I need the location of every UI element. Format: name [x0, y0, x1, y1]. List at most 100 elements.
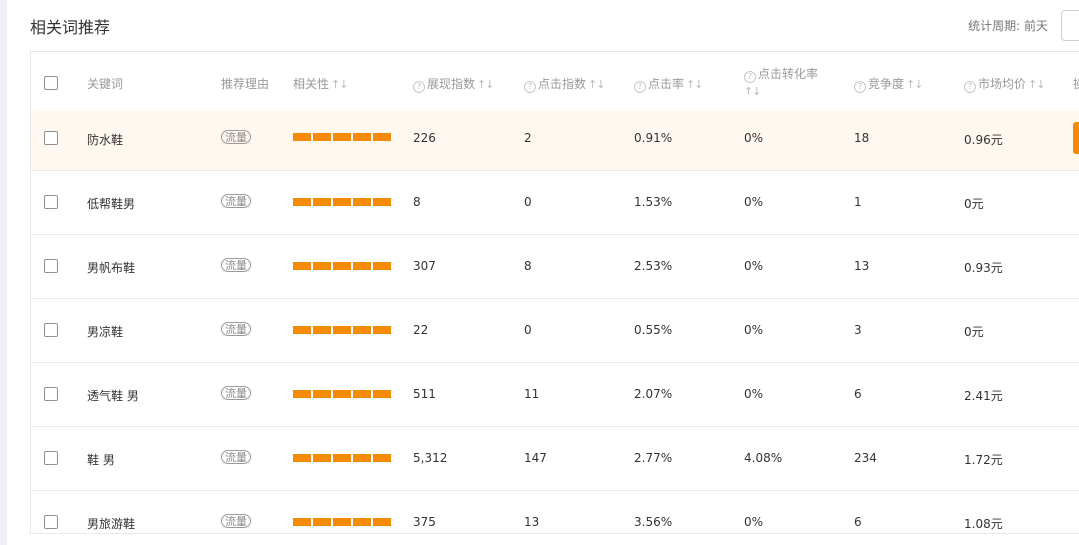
row-checkbox[interactable]	[44, 259, 58, 273]
col-price-label: 市场均价	[978, 77, 1027, 91]
row-checkbox[interactable]	[44, 451, 58, 465]
help-icon[interactable]: ?	[744, 71, 756, 83]
price-cell: 1.08元	[964, 517, 1003, 531]
competition-cell: 18	[854, 131, 870, 145]
stat-period-value: 前天	[1023, 19, 1048, 33]
table-row[interactable]: 男帆布鞋 流量 307 8 2.53% 0% 13 0.93元	[31, 234, 1079, 298]
col-price[interactable]: ? 市场均价 ↑↓	[964, 75, 1045, 93]
panel-title: 相关词推荐	[30, 18, 111, 37]
relevance-bar	[293, 198, 391, 206]
col-competition[interactable]: ? 竞争度 ↑↓	[854, 75, 923, 93]
row-checkbox[interactable]	[44, 515, 58, 529]
table-row[interactable]: 男凉鞋 流量 22 0 0.55% 0% 3 0元	[31, 298, 1079, 362]
help-icon[interactable]: ?	[634, 81, 646, 93]
impressions-cell: 375	[413, 515, 436, 529]
row-checkbox[interactable]	[44, 195, 58, 209]
relevance-bar	[293, 326, 391, 334]
table-row[interactable]: 防水鞋 流量 226 2 0.91% 0% 18 0.96元	[31, 110, 1079, 170]
price-cell: 0.96元	[964, 133, 1003, 147]
relevance-bar	[293, 262, 391, 270]
reason-tag: 流量	[221, 514, 251, 528]
impressions-cell: 226	[413, 131, 436, 145]
clicks-cell: 0	[524, 195, 532, 209]
keyword-table: 关键词 推荐理由 相关性 ↑↓ ? 展现指数 ↑↓ ? 点击指数 ↑↓ ? 点击率 ↑↓ ? 点…	[30, 51, 1079, 534]
keyword-cell: 低帮鞋男	[87, 197, 136, 211]
col-conversion-label: 点击转化率	[758, 67, 819, 81]
reason-tag: 流量	[221, 450, 251, 464]
col-relevance-label: 相关性	[293, 77, 330, 91]
col-clicks-label: 点击指数	[538, 77, 587, 91]
stat-period: 统计周期: 前天	[968, 17, 1048, 34]
conversion-cell: 0%	[744, 387, 764, 401]
sort-icon[interactable]: ↑↓	[1028, 78, 1045, 91]
ctr-cell: 2.07%	[634, 387, 673, 401]
help-icon[interactable]: ?	[964, 81, 976, 93]
col-clicks[interactable]: ? 点击指数 ↑↓	[524, 75, 605, 93]
col-relevance[interactable]: 相关性 ↑↓	[293, 75, 348, 92]
conversion-cell: 0%	[744, 195, 764, 209]
reason-tag: 流量	[221, 258, 251, 272]
reason-tag: 流量	[221, 130, 251, 144]
help-icon[interactable]: ?	[524, 81, 536, 93]
price-cell: 0元	[964, 197, 984, 211]
ctr-cell: 3.56%	[634, 515, 673, 529]
impressions-cell: 307	[413, 259, 436, 273]
table-row[interactable]: 透气鞋 男 流量 511 11 2.07% 0% 6 2.41元	[31, 362, 1079, 426]
sort-icon[interactable]: ↑↓	[477, 78, 494, 91]
price-cell: 0.93元	[964, 261, 1003, 275]
sort-icon[interactable]: ↑↓	[686, 78, 703, 91]
select-all-checkbox[interactable]	[44, 76, 58, 90]
sort-icon[interactable]: ↑↓	[331, 78, 348, 91]
col-ctr-label: 点击率	[648, 77, 685, 91]
left-background-strip	[0, 0, 7, 545]
col-impressions-label: 展现指数	[427, 77, 476, 91]
sort-icon[interactable]: ↑↓	[906, 78, 923, 91]
col-competition-label: 竞争度	[868, 77, 905, 91]
clicks-cell: 13	[524, 515, 540, 529]
sort-icon[interactable]: ↑↓	[588, 78, 605, 91]
competition-cell: 6	[854, 387, 862, 401]
reason-tag: 流量	[221, 194, 251, 208]
row-checkbox[interactable]	[44, 323, 58, 337]
col-conversion[interactable]: ? 点击转化率 ↑↓	[744, 66, 818, 100]
keyword-cell: 鞋 男	[87, 453, 115, 467]
competition-cell: 6	[854, 515, 862, 529]
conversion-cell: 0%	[744, 515, 764, 529]
clicks-cell: 8	[524, 259, 532, 273]
conversion-cell: 0%	[744, 131, 764, 145]
ctr-cell: 1.53%	[634, 195, 673, 209]
col-impressions[interactable]: ? 展现指数 ↑↓	[413, 75, 494, 93]
clicks-cell: 0	[524, 323, 532, 337]
ctr-cell: 0.91%	[634, 131, 673, 145]
table-row[interactable]: 鞋 男 流量 5,312 147 2.77% 4.08% 234 1.72元	[31, 426, 1079, 490]
keyword-cell: 防水鞋	[87, 133, 124, 147]
impressions-cell: 5,312	[413, 451, 448, 465]
conversion-cell: 0%	[744, 323, 764, 337]
table-row[interactable]: 低帮鞋男 流量 8 0 1.53% 0% 1 0元	[31, 170, 1079, 234]
help-icon[interactable]: ?	[854, 81, 866, 93]
sort-icon[interactable]: ↑↓	[744, 85, 761, 98]
period-select-button[interactable]	[1061, 10, 1079, 41]
table-header: 关键词 推荐理由 相关性 ↑↓ ? 展现指数 ↑↓ ? 点击指数 ↑↓ ? 点击率 ↑↓ ? 点…	[31, 52, 1079, 114]
keyword-cell: 透气鞋 男	[87, 389, 139, 403]
relevance-bar	[293, 133, 391, 141]
row-checkbox[interactable]	[44, 387, 58, 401]
col-keyword: 关键词	[87, 77, 124, 91]
col-action: 操	[1073, 75, 1079, 92]
relevance-bar	[293, 518, 391, 526]
table-row[interactable]: 男旅游鞋 流量 375 13 3.56% 0% 6 1.08元	[31, 490, 1079, 533]
row-checkbox[interactable]	[44, 131, 58, 145]
ctr-cell: 0.55%	[634, 323, 673, 337]
col-reason: 推荐理由	[221, 77, 270, 91]
reason-tag: 流量	[221, 386, 251, 400]
clicks-cell: 2	[524, 131, 532, 145]
add-keyword-button[interactable]	[1073, 122, 1079, 154]
conversion-cell: 0%	[744, 259, 764, 273]
relevance-bar	[293, 390, 391, 398]
col-ctr[interactable]: ? 点击率 ↑↓	[634, 75, 703, 93]
ctr-cell: 2.53%	[634, 259, 673, 273]
ctr-cell: 2.77%	[634, 451, 673, 465]
help-icon[interactable]: ?	[413, 81, 425, 93]
stat-period-label: 统计周期:	[968, 19, 1021, 33]
reason-tag: 流量	[221, 322, 251, 336]
